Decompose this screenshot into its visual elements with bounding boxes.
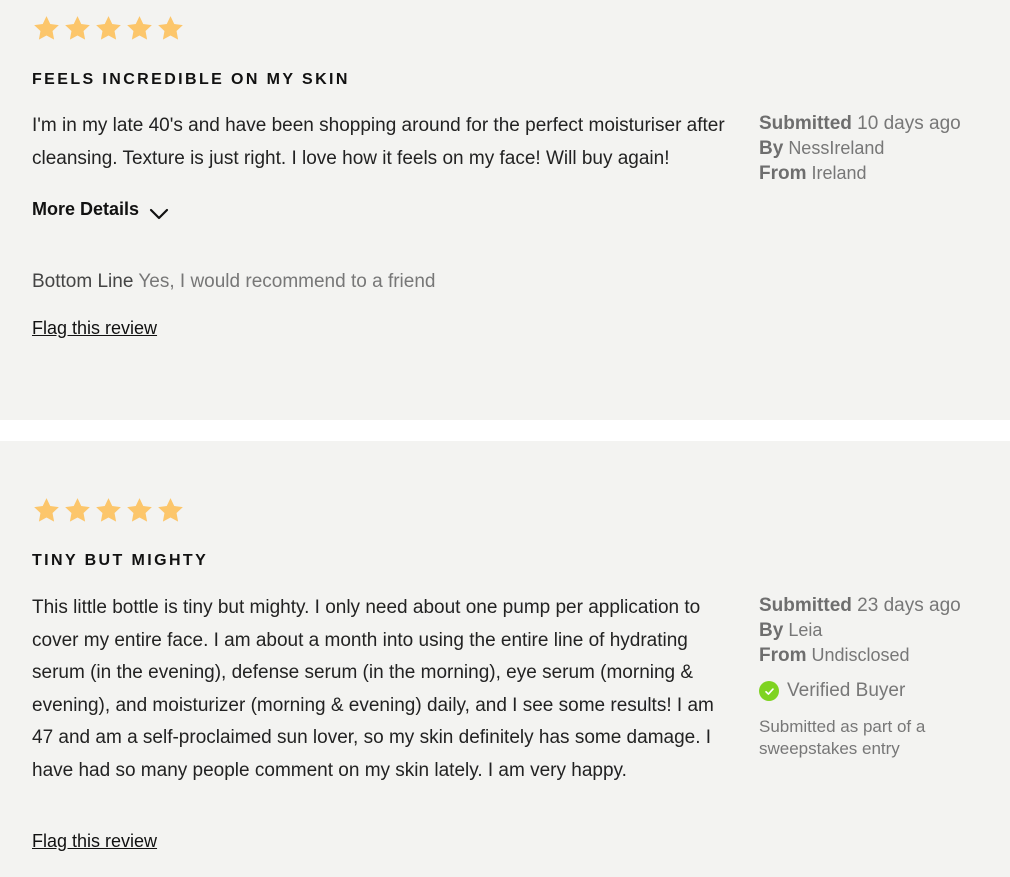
bottom-line-label: Bottom Line (32, 271, 134, 292)
submitted-row: Submitted 23 days ago (759, 593, 999, 618)
star-rating (32, 14, 185, 43)
submitted-label: Submitted (759, 113, 852, 134)
verified-buyer-label: Verified Buyer (787, 680, 906, 701)
review-title: TINY BUT MIGHTY (32, 552, 209, 569)
star-icon (32, 14, 61, 43)
flag-review-link[interactable]: Flag this review (32, 831, 157, 852)
star-icon (125, 496, 154, 525)
chevron-down-icon (149, 204, 169, 219)
verified-buyer-badge: Verified Buyer (759, 680, 999, 702)
by-label: By (759, 138, 784, 159)
star-icon (32, 496, 61, 525)
by-label: By (759, 620, 784, 641)
submitted-row: Submitted 10 days ago (759, 111, 999, 136)
from-label: From (759, 163, 807, 184)
star-icon (94, 496, 123, 525)
author-row: By Leia (759, 618, 999, 643)
review-card: TINY BUT MIGHTY This little bottle is ti… (0, 441, 1010, 877)
location-value: Undisclosed (811, 645, 910, 665)
review-body: I'm in my late 40's and have been shoppi… (32, 115, 725, 169)
sweepstakes-note: Submitted as part of a sweepstakes entry (759, 717, 926, 758)
more-details-label: More Details (32, 199, 140, 219)
checkmark-icon (759, 681, 779, 701)
star-icon (125, 14, 154, 43)
location-row: From Undisclosed (759, 643, 999, 668)
submitted-value: 23 days ago (857, 595, 961, 616)
bottom-line: Bottom Line Yes, I would recommend to a … (32, 271, 435, 293)
submitted-value: 10 days ago (857, 113, 961, 134)
from-label: From (759, 645, 807, 666)
submitted-label: Submitted (759, 595, 852, 616)
location-row: From Ireland (759, 161, 999, 186)
review-card: FEELS INCREDIBLE ON MY SKIN I'm in my la… (0, 0, 1010, 420)
location-value: Ireland (811, 163, 867, 183)
bottom-line-value: Yes, I would recommend to a friend (138, 271, 436, 292)
review-meta: Submitted 10 days ago By NessIreland Fro… (759, 111, 999, 186)
star-rating (32, 496, 185, 525)
review-body: This little bottle is tiny but mighty. I… (32, 597, 714, 781)
more-details-toggle[interactable]: More Details (32, 199, 169, 220)
star-icon (63, 14, 92, 43)
flag-review-link[interactable]: Flag this review (32, 318, 157, 339)
review-meta: Submitted 23 days ago By Leia From Undis… (759, 593, 999, 760)
star-icon (63, 496, 92, 525)
author-row: By NessIreland (759, 136, 999, 161)
review-title: FEELS INCREDIBLE ON MY SKIN (32, 71, 350, 88)
star-icon (156, 14, 185, 43)
star-icon (94, 14, 123, 43)
author-name: Leia (788, 620, 823, 640)
star-icon (156, 496, 185, 525)
author-name: NessIreland (788, 138, 885, 158)
